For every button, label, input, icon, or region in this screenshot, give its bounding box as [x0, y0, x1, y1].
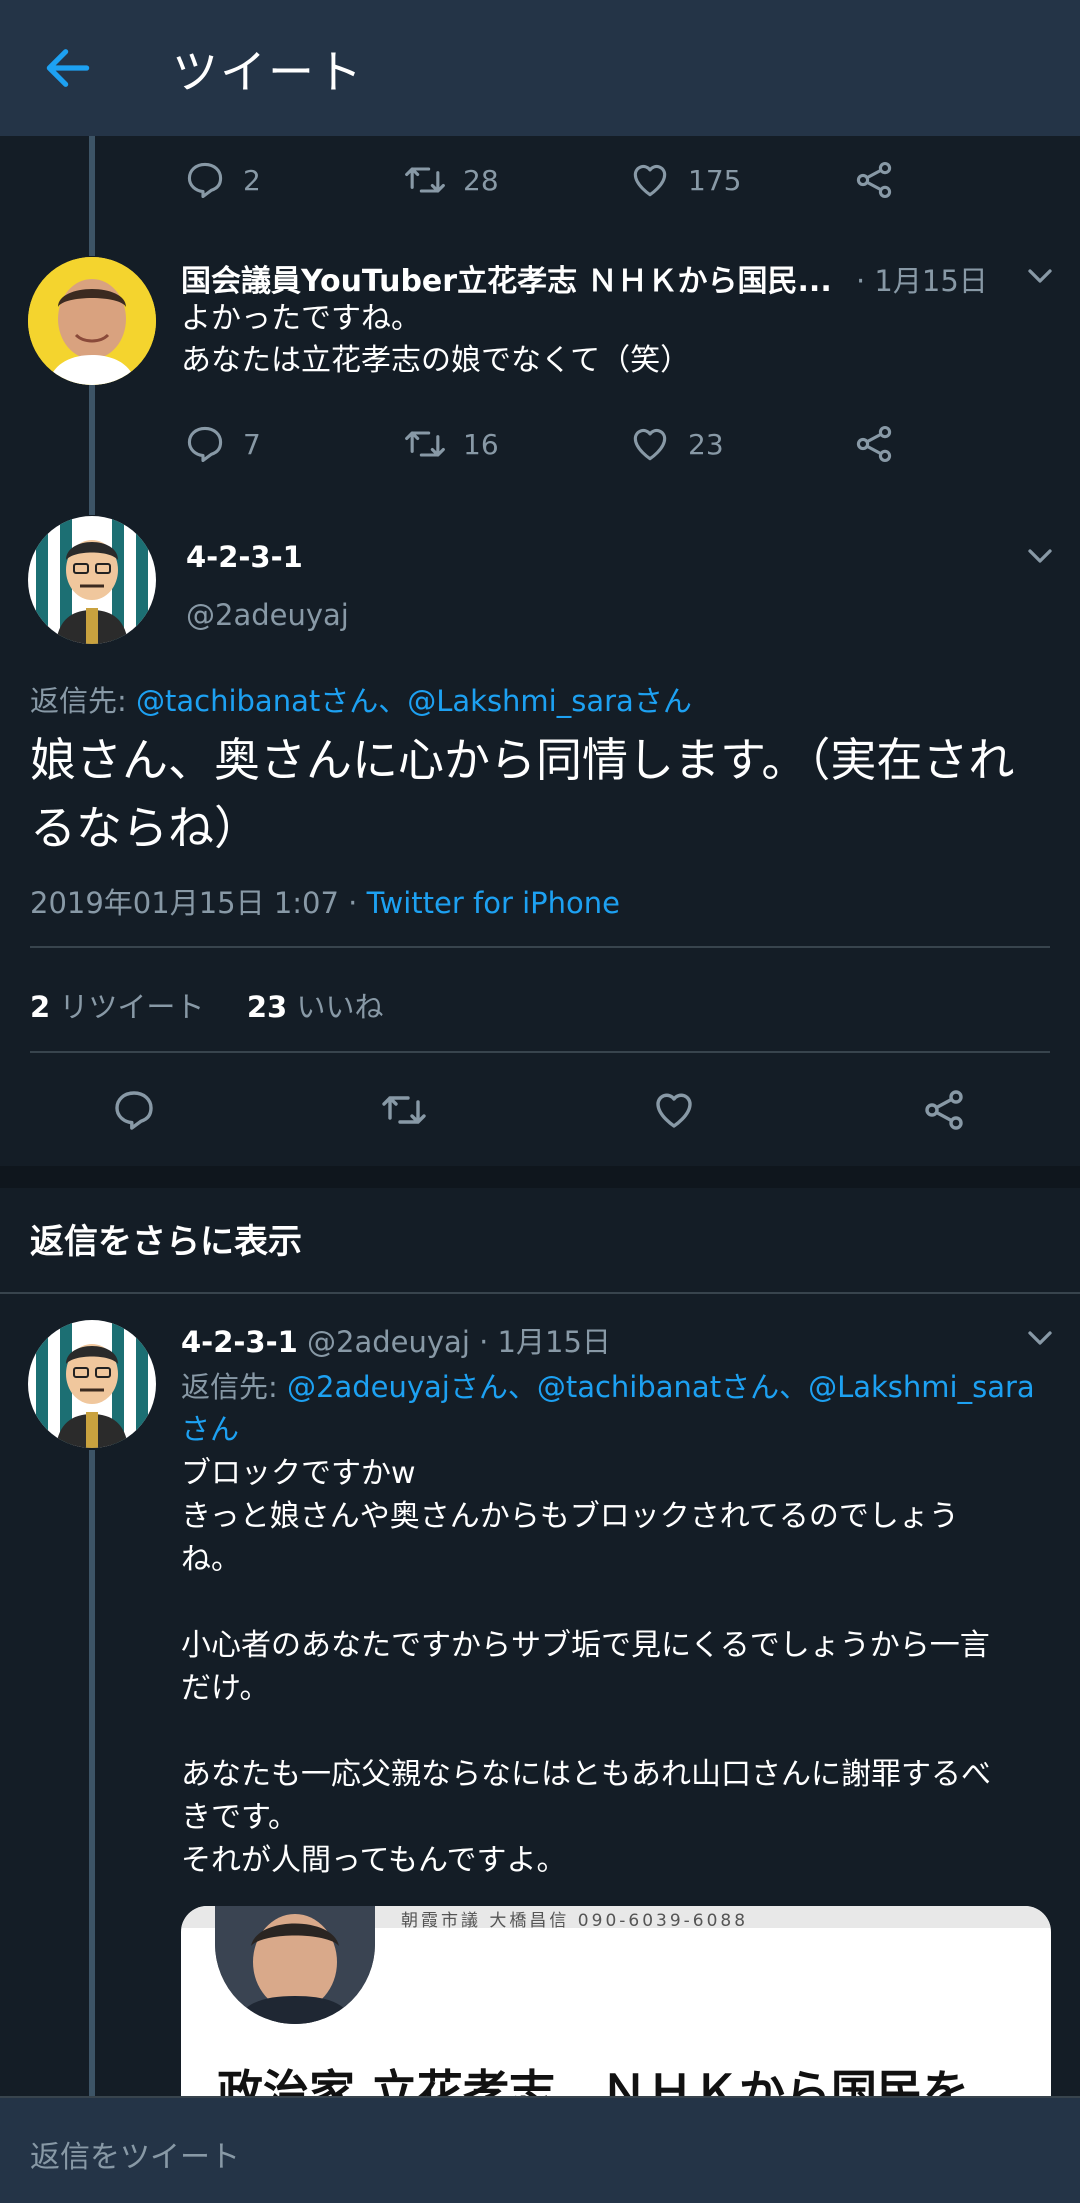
reply-composer-bar: 返信をツイート: [0, 2096, 1080, 2203]
reply-icon: [187, 426, 223, 463]
thread-line: [89, 1450, 95, 2096]
reply-text-line: きです。: [181, 1800, 298, 1835]
card-photo: [215, 1906, 375, 2024]
chevron-down-icon[interactable]: [1020, 1318, 1060, 1358]
chevron-down-icon[interactable]: [1020, 536, 1060, 576]
reply-text-line: [181, 1581, 1051, 1624]
avatar-image: [28, 516, 156, 644]
like-label: いいね: [296, 990, 384, 1024]
retweet-action[interactable]: 16: [403, 422, 499, 466]
like-action[interactable]: 23: [628, 422, 724, 466]
heart-icon: [633, 428, 667, 461]
share-icon: [856, 161, 892, 199]
retweet-icon[interactable]: [380, 1086, 428, 1134]
reply-text-line: それが人間ってもんですよ。: [181, 1843, 567, 1878]
share-action[interactable]: [852, 422, 896, 466]
back-arrow-icon[interactable]: [40, 40, 96, 96]
reply-header: 4-2-3-1 @2adeuyaj · 1月15日: [181, 1319, 611, 1361]
heart-icon: [633, 164, 667, 197]
share-icon: [856, 425, 892, 463]
avatar-image: [28, 1320, 156, 1448]
share-icon[interactable]: [920, 1086, 968, 1134]
reply-text-line: ね。: [181, 1542, 241, 1577]
tweet-text-line: るならね）: [30, 801, 260, 855]
heart-icon[interactable]: [650, 1086, 698, 1134]
reply-input[interactable]: 返信をツイート: [30, 2132, 240, 2176]
source-link[interactable]: Twitter for iPhone: [367, 886, 620, 920]
author-name[interactable]: 4-2-3-1: [186, 540, 303, 574]
reply-to-line: 返信先: @tachibanatさん、@Lakshmi_saraさん: [30, 678, 692, 720]
retweet-action[interactable]: 28: [403, 158, 499, 202]
reply-action[interactable]: 2: [183, 158, 261, 202]
avatar[interactable]: [28, 516, 156, 644]
engagement-stats: 2 リツイート 23 いいね: [30, 984, 383, 1026]
author-name[interactable]: 国会議員YouTuber立花孝志 ＮＨＫから国民...: [181, 256, 832, 300]
reply-text-line: あなたも一応父親ならなにはともあれ山口さんに謝罪するべ: [181, 1757, 991, 1792]
tweet-text-line: あなたは立花孝志の娘でなくて（笑）: [181, 343, 691, 378]
tweet-text-line: よかったですね。: [181, 301, 421, 336]
timestamp: 2019年01月15日 1:07 ·: [30, 886, 367, 920]
divider: [30, 946, 1050, 948]
avatar-image: [28, 257, 156, 385]
divider: [0, 1292, 1080, 1294]
tweet-text-line: 娘さん、奥さんに心から同情します。（実在され: [30, 733, 1015, 787]
reply-text-line: 小心者のあなたですからサブ垢で見にくるでしょうから一言: [181, 1628, 990, 1663]
reply-count: 2: [243, 163, 261, 197]
like-count: 175: [688, 163, 742, 197]
retweet-total: 2: [30, 990, 51, 1024]
like-stat[interactable]: 23 いいね: [247, 990, 384, 1024]
like-total: 23: [246, 990, 288, 1024]
card-avatar: [215, 1906, 375, 2024]
reply-to-mentions-continued[interactable]: さん: [181, 1406, 239, 1448]
reply-action[interactable]: 7: [183, 422, 261, 466]
section-separator: [0, 1166, 1080, 1188]
avatar[interactable]: [28, 257, 156, 385]
thread-line: [89, 136, 95, 256]
reply-to-prefix: 返信先:: [30, 684, 136, 718]
show-more-replies-label: 返信をさらに表示: [30, 1222, 302, 1262]
reply-to-mentions[interactable]: @tachibanatさん、@Lakshmi_saraさん: [136, 684, 692, 718]
retweet-stat[interactable]: 2 リツイート: [30, 990, 204, 1024]
reply-icon[interactable]: [110, 1086, 158, 1134]
page-title: ツイート: [172, 45, 364, 99]
timestamp-line: 2019年01月15日 1:07 · Twitter for iPhone: [30, 880, 620, 922]
chevron-down-icon[interactable]: [1020, 256, 1060, 296]
like-action[interactable]: 175: [628, 158, 741, 202]
reply-icon: [187, 162, 223, 199]
reply-to-prefix: 返信先:: [181, 1370, 287, 1404]
author-handle[interactable]: @2adeuyaj: [186, 598, 349, 632]
avatar[interactable]: [28, 1320, 156, 1448]
handle-and-date: @2adeuyaj · 1月15日: [307, 1325, 611, 1359]
reply-to-mentions[interactable]: @2adeuyajさん、@tachibanatさん、@Lakshmi_sara: [287, 1370, 1035, 1404]
app-header: ツイート: [0, 0, 1080, 136]
reply-text-line: [181, 1710, 1051, 1753]
reply-body: ブロックですかw きっと娘さんや奥さんからもブロックされてるのでしょう ね。 小…: [181, 1452, 1051, 1882]
retweet-count: 16: [463, 427, 499, 461]
reply-count: 7: [243, 427, 261, 461]
reply-text-line: だけ。: [181, 1671, 270, 1706]
tweet-date: · 1月15日: [856, 264, 988, 298]
reply-text-line: きっと娘さんや奥さんからもブロックされてるのでしょう: [181, 1499, 959, 1534]
reply-text-line: ブロックですかw: [181, 1456, 416, 1491]
retweet-label: リツイート: [59, 990, 205, 1024]
retweet-icon: [405, 167, 445, 193]
reply-to-line: 返信先: @2adeuyajさん、@tachibanatさん、@Lakshmi_…: [181, 1364, 1035, 1406]
thread-line: [89, 385, 95, 515]
like-count: 23: [688, 427, 724, 461]
share-action[interactable]: [852, 158, 896, 202]
retweet-icon: [405, 431, 445, 457]
show-more-replies[interactable]: 返信をさらに表示: [0, 1188, 1080, 1292]
author-name[interactable]: 4-2-3-1: [181, 1325, 298, 1359]
retweet-count: 28: [463, 163, 499, 197]
divider: [30, 1051, 1050, 1053]
card-banner-text: 朝霞市議 大橋昌信 090-6039-6088: [401, 1911, 749, 1931]
